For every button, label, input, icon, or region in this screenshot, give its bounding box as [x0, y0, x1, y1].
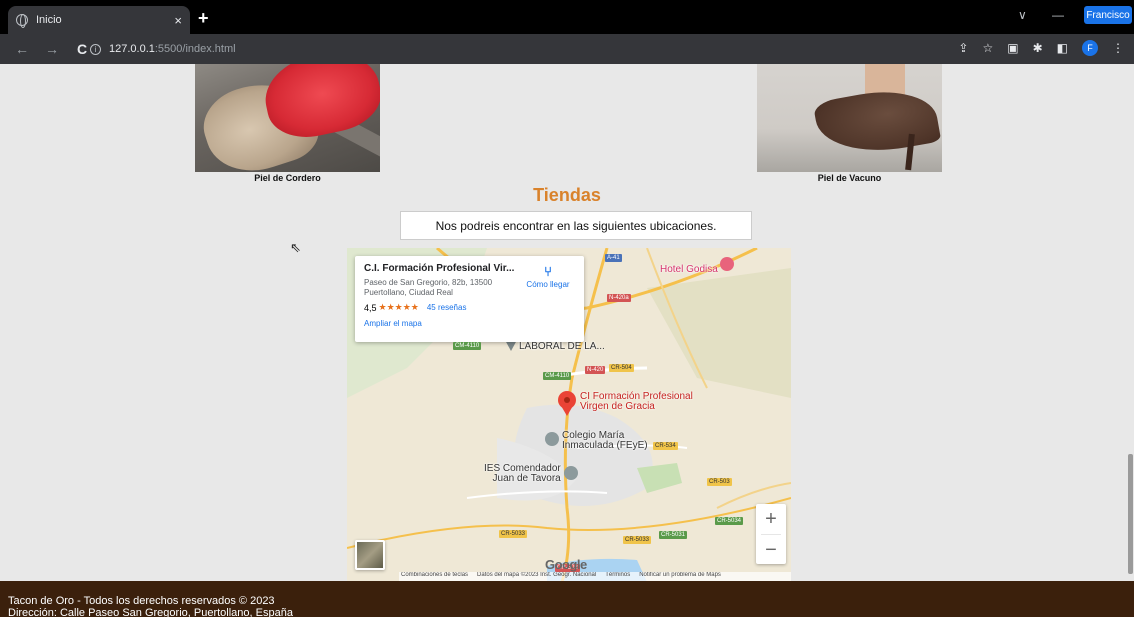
url-path: :5500/index.html — [154, 43, 236, 55]
profile-name-badge[interactable]: Francisco — [1084, 6, 1132, 24]
road-tag: CR-5033 — [499, 530, 528, 538]
new-tab-button[interactable]: + — [198, 8, 209, 29]
site-info-icon[interactable]: i — [90, 43, 101, 55]
back-button[interactable]: ← — [14, 41, 30, 57]
zoom-in-button[interactable]: + — [756, 504, 786, 534]
stores-heading: Tiendas — [533, 185, 601, 205]
mouse-cursor-icon: ⇖ — [290, 240, 301, 255]
rating-value: 4,5 — [364, 302, 377, 313]
reload-button[interactable]: C — [74, 41, 90, 57]
page-viewport: Piel de Cordero Piel de Vacuno Tiendas N… — [0, 64, 1134, 617]
map-label-colegio[interactable]: Colegio María Inmaculada (FEyE) — [562, 431, 648, 451]
place-address: Paseo de San Gregorio, 82b, 13500 Puerto… — [364, 278, 493, 297]
zoom-out-button[interactable]: − — [756, 535, 786, 565]
browser-toolbar: ← → C i 127.0.0.1:5500/index.html ⇪ ☆ ▣ … — [0, 34, 1134, 64]
road-tag: N-420a — [607, 294, 631, 302]
menu-kebab-icon[interactable]: ⋮ — [1112, 41, 1124, 55]
embedded-map[interactable]: C.I. Formación Profesional Vir... Paseo … — [347, 248, 791, 582]
road-tag: A-41 — [605, 254, 622, 262]
profile-avatar[interactable]: F — [1082, 40, 1098, 56]
url-host: 127.0.0.1 — [109, 43, 155, 55]
side-panel-icon[interactable]: ◧ — [1057, 41, 1068, 55]
road-tag: N-420 — [585, 366, 606, 374]
road-tag: CR-5034 — [715, 517, 744, 525]
product-photo-cowhide — [757, 64, 942, 172]
map-label-ci[interactable]: CI Formación Profesional Virgen de Graci… — [580, 392, 693, 412]
product-caption: Piel de Vacuno — [817, 173, 882, 183]
forward-button[interactable]: → — [44, 41, 60, 57]
directions-icon: ⑂ — [544, 264, 552, 279]
extensions-icon[interactable]: ✱ — [1033, 41, 1043, 55]
product-caption: Piel de Cordero — [254, 173, 321, 183]
product-card-lambskin: Piel de Cordero — [195, 64, 380, 183]
footer-address: Dirección: Calle Paseo San Gregorio, Pue… — [8, 607, 293, 617]
reviews-link[interactable]: 45 reseñas — [427, 303, 467, 312]
place-info-card: C.I. Formación Profesional Vir... Paseo … — [355, 256, 584, 342]
road-tag: CR-5033 — [623, 536, 652, 544]
rating-stars-icon: ★★★★★ — [378, 302, 419, 312]
road-tag: CM-4110 — [453, 342, 482, 350]
map-label-hotel[interactable]: Hotel Godisa — [660, 264, 718, 275]
toolbar-icons: ⇪ ☆ ▣ ✱ ◧ F ⋮ — [958, 40, 1124, 56]
footer-copyright: Tacon de Oro - Todos los derechos reserv… — [8, 595, 275, 607]
road-tag: CR-504 — [609, 364, 634, 372]
enlarge-map-link[interactable]: Ampliar el mapa — [364, 319, 575, 328]
road-tag: CR-534 — [653, 442, 678, 450]
map-label-colegio-line2: Inmaculada (FEyE) — [562, 440, 648, 451]
globe-icon — [16, 14, 28, 28]
site-footer: Tacon de Oro - Todos los derechos reserv… — [0, 581, 1134, 617]
tab-title: Inicio — [36, 14, 62, 26]
stores-intro-text: Nos podreis encontrar en las siguientes … — [400, 211, 752, 240]
map-label-ci-line2: Virgen de Gracia — [580, 401, 655, 412]
cast-icon[interactable]: ▣ — [1007, 41, 1018, 55]
map-label-ies-line2: Juan de Tavora — [492, 473, 561, 484]
map-zoom-controls: + − — [756, 504, 786, 564]
bookmark-star-icon[interactable]: ☆ — [982, 41, 993, 55]
map-label-ies[interactable]: IES Comendador Juan de Tavora — [484, 464, 561, 484]
browser-tab[interactable]: Inicio × — [8, 6, 190, 34]
product-photo-lambskin — [195, 64, 380, 172]
map-label-laboral[interactable]: LABORAL DE LA... — [519, 341, 605, 352]
directions-button[interactable]: ⑂ Cómo llegar — [523, 264, 573, 289]
browser-tab-bar: Inicio × + ∨ — Francisco — [0, 0, 1134, 34]
share-icon[interactable]: ⇪ — [958, 41, 968, 55]
google-logo: Google — [545, 557, 587, 572]
road-tag: CR-5031 — [659, 531, 688, 539]
road-tag: CM-4110 — [543, 372, 572, 380]
directions-label: Cómo llegar — [526, 280, 570, 289]
road-tag: CR-503 — [707, 478, 732, 486]
tab-search-icon[interactable]: ∨ — [1018, 8, 1027, 22]
page-scrollbar[interactable] — [1128, 454, 1133, 574]
satellite-layer-toggle[interactable] — [355, 540, 385, 570]
close-tab-icon[interactable]: × — [174, 13, 182, 28]
product-card-cowhide: Piel de Vacuno — [757, 64, 942, 183]
minimize-button[interactable]: — — [1052, 8, 1064, 22]
place-rating: 4,5 ★★★★★ 45 reseñas — [364, 302, 575, 313]
